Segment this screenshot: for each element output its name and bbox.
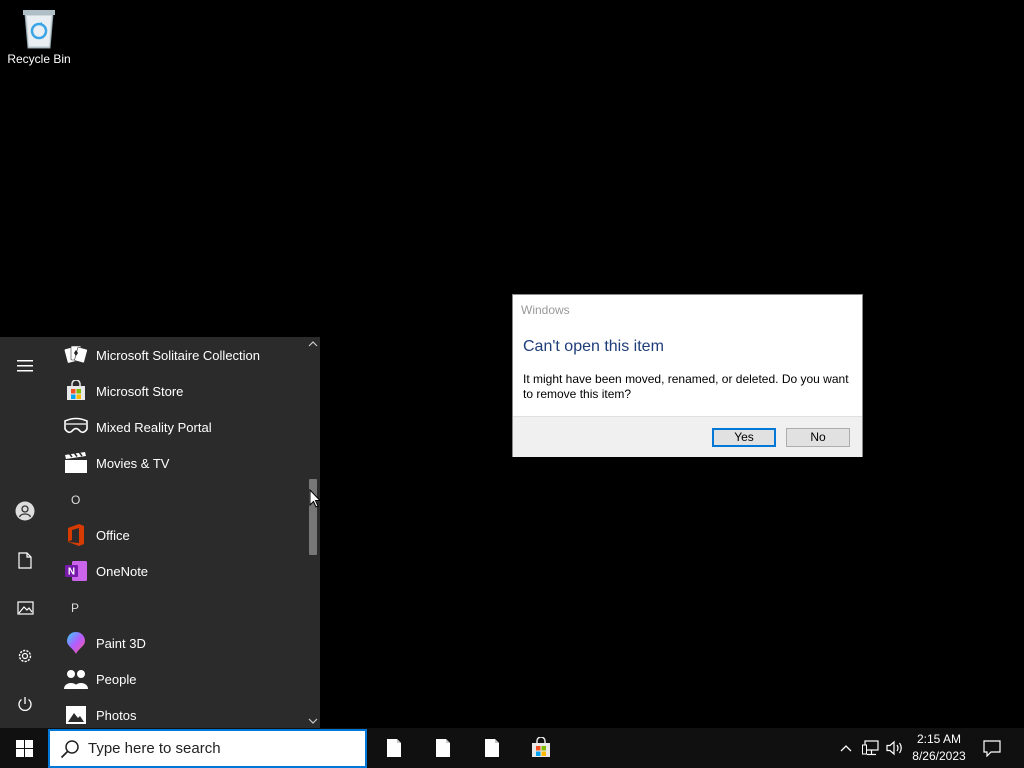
movies-icon	[63, 450, 89, 476]
app-item-office[interactable]: Office	[56, 517, 304, 553]
dialog-footer: Yes No	[513, 416, 862, 457]
app-list: Microsoft Solitaire Collection Microsoft…	[56, 337, 304, 728]
office-icon	[63, 522, 89, 548]
app-item-label: OneNote	[96, 563, 149, 579]
document-icon	[18, 551, 32, 569]
store-icon	[63, 378, 89, 404]
start-menu: Microsoft Solitaire Collection Microsoft…	[0, 337, 320, 728]
taskbar-app-file-3[interactable]	[468, 728, 516, 768]
search-icon	[60, 739, 79, 758]
paint3d-icon	[63, 630, 89, 656]
app-item-label: Photos	[96, 707, 137, 723]
letter-header-p[interactable]: P	[71, 601, 79, 615]
expand-button[interactable]	[0, 346, 50, 386]
app-item-people[interactable]: People	[56, 661, 304, 697]
app-item-label: Office	[96, 527, 130, 543]
file-icon	[485, 739, 499, 757]
dialog-title: Windows	[521, 303, 570, 317]
file-icon	[436, 739, 450, 757]
solitaire-icon	[63, 342, 89, 368]
scroll-up-icon[interactable]	[308, 339, 318, 349]
network-icon	[862, 740, 879, 756]
volume-icon	[886, 740, 902, 756]
clock-date: 8/26/2023	[912, 749, 966, 763]
photos-icon	[63, 702, 89, 728]
app-item-label: Movies & TV	[96, 455, 170, 471]
taskbar: Type here to search 2:15 AM 8/26/2023	[0, 728, 1024, 768]
recycle-bin-icon	[23, 10, 55, 49]
chevron-up-icon	[840, 745, 852, 752]
show-hidden-icons-button[interactable]	[836, 728, 856, 768]
error-dialog: Windows Can't open this item It might ha…	[512, 294, 863, 457]
app-item-solitaire[interactable]: Microsoft Solitaire Collection	[56, 337, 304, 373]
app-item-paint-3d[interactable]: Paint 3D	[56, 625, 304, 661]
app-item-microsoft-store[interactable]: Microsoft Store	[56, 373, 304, 409]
gear-icon	[18, 649, 32, 663]
desktop-icon-label: Recycle Bin	[7, 52, 71, 66]
action-center-button[interactable]	[980, 728, 1004, 768]
volume-button[interactable]	[884, 728, 906, 768]
start-button[interactable]	[0, 728, 48, 768]
taskbar-app-file-2[interactable]	[419, 728, 467, 768]
dialog-heading: Can't open this item	[523, 338, 664, 355]
no-button[interactable]: No	[786, 428, 850, 447]
power-icon	[18, 697, 32, 711]
user-icon	[15, 501, 35, 521]
network-button[interactable]	[860, 728, 882, 768]
app-item-label: People	[96, 671, 137, 687]
start-rail	[0, 337, 50, 728]
taskbar-clock[interactable]: 2:15 AM 8/26/2023	[904, 731, 974, 765]
app-item-label: Mixed Reality Portal	[96, 419, 212, 435]
app-item-label: Microsoft Store	[96, 383, 184, 399]
app-list-scrollbar[interactable]	[306, 337, 320, 728]
app-item-mixed-reality[interactable]: Mixed Reality Portal	[56, 409, 304, 445]
app-item-onenote[interactable]: N OneNote	[56, 553, 304, 589]
windows-logo-icon	[15, 739, 33, 757]
search-box[interactable]: Type here to search	[48, 729, 367, 768]
action-center-icon	[983, 739, 1001, 757]
file-icon	[387, 739, 401, 757]
mixed-reality-icon	[63, 414, 89, 440]
app-item-label: Microsoft Solitaire Collection	[96, 347, 261, 363]
account-button[interactable]	[0, 491, 50, 531]
yes-button[interactable]: Yes	[712, 428, 776, 447]
app-item-photos[interactable]: Photos	[56, 697, 304, 728]
clock-time: 2:15 AM	[916, 732, 962, 746]
app-item-movies-tv[interactable]: Movies & TV	[56, 445, 304, 481]
dialog-message: It might have been moved, renamed, or de…	[523, 372, 849, 401]
people-icon	[63, 666, 89, 692]
taskbar-app-file-1[interactable]	[370, 728, 418, 768]
letter-header-o[interactable]: O	[71, 493, 80, 507]
app-item-label: Paint 3D	[96, 635, 146, 651]
mouse-cursor-icon	[309, 489, 321, 508]
scroll-down-icon[interactable]	[308, 716, 318, 726]
hamburger-icon	[17, 360, 33, 372]
documents-button[interactable]	[0, 540, 50, 580]
power-button[interactable]	[0, 684, 50, 724]
desktop-icon-recycle-bin[interactable]: Recycle Bin	[4, 6, 74, 66]
svg-text:N: N	[68, 567, 75, 578]
taskbar-app-store[interactable]	[517, 728, 565, 768]
search-placeholder: Type here to search	[88, 740, 221, 757]
store-icon	[532, 737, 550, 757]
onenote-icon: N	[63, 558, 89, 584]
pictures-icon	[16, 601, 34, 615]
pictures-button[interactable]	[0, 588, 50, 628]
settings-button[interactable]	[0, 636, 50, 676]
